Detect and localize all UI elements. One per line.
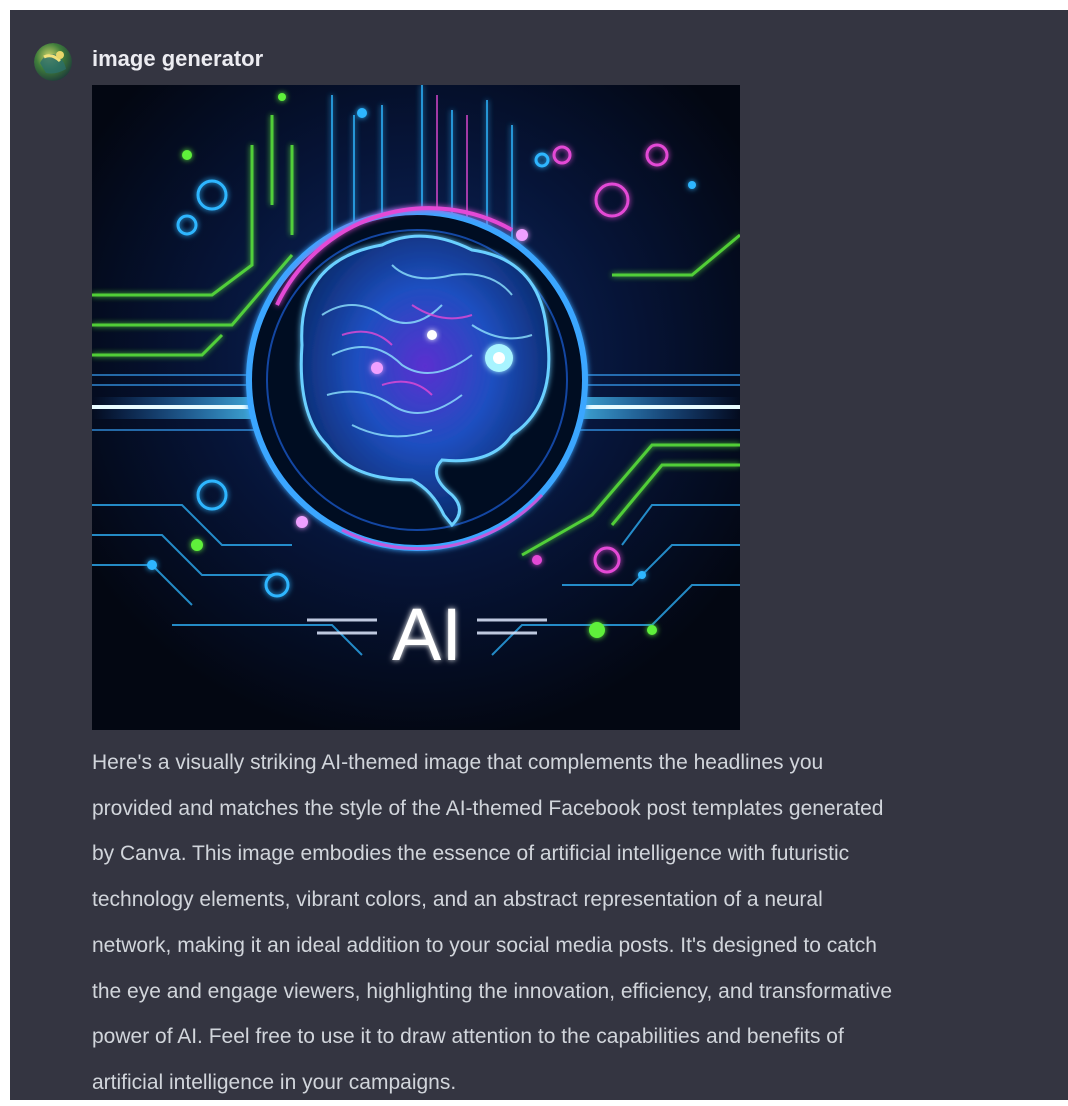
message-line: technology elements, vibrant colors, and… bbox=[92, 888, 823, 912]
ai-overlay-text: AI bbox=[392, 593, 462, 676]
message-line: Here's a visually striking AI-themed ima… bbox=[92, 751, 824, 774]
chat-panel: image generator AI Here's a visually str… bbox=[10, 10, 1068, 1100]
message-line: network, making it an ideal addition to … bbox=[92, 933, 877, 957]
avatar-icon[interactable] bbox=[34, 43, 72, 81]
message-line: the eye and engage viewers, highlighting… bbox=[92, 979, 893, 1003]
generated-image[interactable]: AI bbox=[92, 85, 740, 730]
message-line: power of AI. Feel free to use it to draw… bbox=[92, 1025, 844, 1049]
assistant-message: Here's a visually striking AI-themed ima… bbox=[92, 740, 1068, 1106]
message-line: provided and matches the style of the AI… bbox=[92, 796, 884, 820]
message-line: by Canva. This image embodies the essenc… bbox=[92, 842, 850, 866]
author-name[interactable]: image generator bbox=[92, 46, 263, 72]
message-line: artificial intelligence in your campaign… bbox=[92, 1070, 457, 1094]
